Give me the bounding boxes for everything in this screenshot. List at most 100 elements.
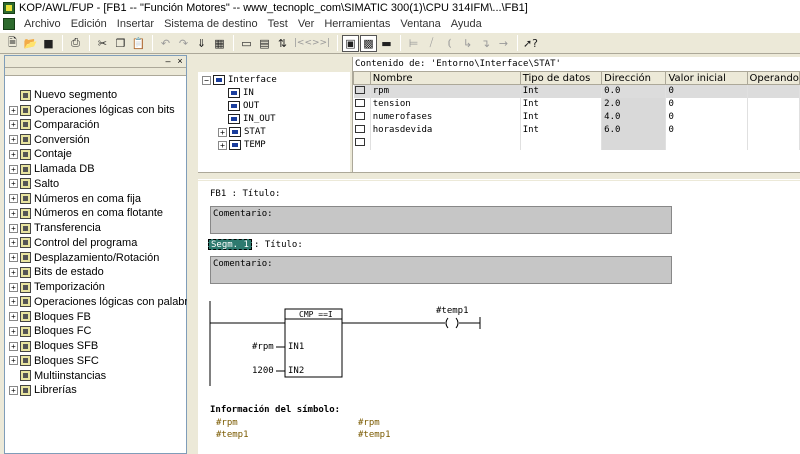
cell-init[interactable] bbox=[665, 136, 748, 150]
paste-icon[interactable]: 📋 bbox=[130, 35, 147, 52]
open-folder-icon[interactable]: 📂 bbox=[22, 35, 39, 52]
expand-icon[interactable]: + bbox=[9, 105, 18, 115]
panel-scrollbar[interactable] bbox=[5, 68, 186, 76]
in2-operand[interactable]: 1200 bbox=[252, 366, 274, 376]
new-file-icon[interactable]: 🗎 bbox=[4, 35, 21, 52]
app-icon[interactable] bbox=[3, 2, 15, 14]
coil-right[interactable] bbox=[455, 317, 459, 329]
table-row[interactable]: rpm Int 0.0 0 bbox=[353, 84, 800, 98]
in1-operand[interactable]: #rpm bbox=[252, 342, 274, 352]
expand-icon[interactable]: + bbox=[9, 179, 18, 189]
horizontal-splitter[interactable] bbox=[198, 172, 800, 180]
catalog-item[interactable]: + Bloques SFC bbox=[9, 354, 187, 369]
print-icon[interactable]: ⎙ bbox=[67, 35, 84, 52]
cell-type[interactable]: Int bbox=[520, 97, 603, 111]
catalog-item[interactable]: + Temporización bbox=[9, 280, 187, 295]
menu-sistema-destino[interactable]: Sistema de destino bbox=[159, 18, 263, 30]
expand-icon[interactable]: + bbox=[9, 253, 18, 263]
table-row[interactable]: tension Int 2.0 0 bbox=[353, 97, 800, 111]
load-icon[interactable]: ⇓ bbox=[193, 35, 210, 52]
expand-icon[interactable]: + bbox=[9, 135, 18, 145]
save-icon[interactable]: ■ bbox=[40, 35, 57, 52]
expand-icon[interactable]: + bbox=[9, 149, 18, 159]
expand-icon[interactable]: + bbox=[9, 282, 18, 292]
cell-init[interactable]: 0 bbox=[665, 110, 748, 124]
menu-edicion[interactable]: Edición bbox=[66, 18, 112, 30]
catalog-item[interactable]: + Salto bbox=[9, 177, 187, 192]
catalog-item[interactable]: + Librerías bbox=[9, 383, 187, 398]
header-tipo-datos[interactable]: Tipo de datos bbox=[519, 71, 603, 85]
cell-type[interactable]: Int bbox=[520, 123, 603, 137]
menu-ventana[interactable]: Ventana bbox=[395, 18, 445, 30]
cut-icon[interactable]: ✂ bbox=[94, 35, 111, 52]
help-icon[interactable]: ➚? bbox=[522, 35, 539, 52]
catalog-item[interactable]: + Comparación bbox=[9, 118, 187, 133]
details-icon[interactable]: ▬ bbox=[378, 35, 395, 52]
cmp-box-title[interactable]: CMP ==I bbox=[299, 310, 333, 319]
expand-icon[interactable]: + bbox=[9, 208, 18, 218]
cell-operand[interactable] bbox=[747, 110, 800, 124]
expand-icon[interactable]: + bbox=[9, 385, 18, 395]
interface-root[interactable]: − Interface bbox=[202, 74, 277, 86]
cell-init[interactable]: 0 bbox=[665, 97, 748, 111]
expand-icon[interactable]: + bbox=[9, 194, 18, 204]
download-icon[interactable]: ▦ bbox=[211, 35, 228, 52]
expand-icon[interactable]: + bbox=[9, 267, 18, 277]
expand-icon[interactable]: + bbox=[9, 120, 18, 130]
catalog-item[interactable]: + Operaciones lógicas con bits bbox=[9, 103, 187, 118]
copy-icon[interactable]: ❐ bbox=[112, 35, 129, 52]
zoom-icon[interactable]: ▩ bbox=[360, 34, 377, 52]
cell-name[interactable] bbox=[370, 136, 521, 150]
collapse-icon[interactable]: − bbox=[202, 75, 211, 85]
header-direccion[interactable]: Dirección bbox=[601, 71, 667, 85]
cell-name[interactable]: numerofases bbox=[370, 110, 521, 124]
catalog-item[interactable]: + Control del programa bbox=[9, 236, 187, 251]
catalog-item[interactable]: Nuevo segmento bbox=[9, 88, 187, 103]
expand-icon[interactable]: + bbox=[218, 140, 227, 150]
panel-pin-icon[interactable]: – bbox=[163, 56, 173, 67]
cell-name[interactable]: horasdevida bbox=[370, 123, 521, 137]
table-row[interactable]: horasdevida Int 6.0 0 bbox=[353, 123, 800, 137]
expand-icon[interactable]: + bbox=[9, 238, 18, 248]
cell-type[interactable]: Int bbox=[520, 110, 603, 124]
cell-name[interactable]: rpm bbox=[370, 84, 521, 98]
interface-temp[interactable]: + TEMP bbox=[218, 139, 266, 151]
lad-editor[interactable]: FB1 : Título: Comentario: Segm. 1 : Títu… bbox=[198, 181, 800, 454]
menu-test[interactable]: Test bbox=[263, 18, 293, 30]
undo-icon[interactable]: ↶ bbox=[157, 35, 174, 52]
interface-in-out[interactable]: IN_OUT bbox=[228, 113, 276, 125]
menu-herramientas[interactable]: Herramientas bbox=[319, 18, 395, 30]
catalog-item[interactable]: + Desplazamiento/Rotación bbox=[9, 250, 187, 265]
contact-nc-icon[interactable]: ⧸ bbox=[423, 35, 440, 52]
cell-name[interactable]: tension bbox=[370, 97, 521, 111]
coil-left[interactable] bbox=[445, 317, 449, 329]
cell-operand[interactable] bbox=[747, 97, 800, 111]
catalog-item[interactable]: + Números en coma fija bbox=[9, 191, 187, 206]
header-operando[interactable]: Operando bbox=[746, 71, 800, 85]
cell-type[interactable]: Int bbox=[520, 84, 603, 98]
interface-out[interactable]: OUT bbox=[228, 100, 259, 112]
cell-init[interactable]: 0 bbox=[665, 84, 748, 98]
header-nombre[interactable]: Nombre bbox=[369, 71, 521, 85]
catalog-item[interactable]: + Bits de estado bbox=[9, 265, 187, 280]
cell-operand[interactable] bbox=[747, 123, 800, 137]
catalog-item[interactable]: + Conversión bbox=[9, 132, 187, 147]
expand-icon[interactable]: + bbox=[9, 326, 18, 336]
cell-operand[interactable] bbox=[747, 84, 800, 98]
compare-icon[interactable]: ⇅ bbox=[274, 35, 291, 52]
catalog-item[interactable]: + Llamada DB bbox=[9, 162, 187, 177]
branch-icon[interactable]: → bbox=[495, 35, 512, 52]
expand-icon[interactable]: + bbox=[9, 297, 18, 307]
table-row-empty[interactable] bbox=[353, 136, 800, 150]
expand-icon[interactable]: + bbox=[9, 223, 18, 233]
overview-icon[interactable]: ▣ bbox=[342, 34, 359, 52]
catalog-item[interactable]: + Operaciones lógicas con palabra bbox=[9, 295, 187, 310]
branch-open-icon[interactable]: ↳ bbox=[459, 35, 476, 52]
interface-stat[interactable]: + STAT bbox=[218, 126, 266, 138]
panel-close-icon[interactable]: × bbox=[175, 56, 185, 67]
menu-ver[interactable]: Ver bbox=[293, 18, 320, 30]
coil-icon[interactable]: ⦅ bbox=[441, 35, 458, 52]
header-valor-inicial[interactable]: Valor inicial bbox=[665, 71, 748, 85]
catalog-item[interactable]: + Contaje bbox=[9, 147, 187, 162]
expand-icon[interactable]: + bbox=[9, 312, 18, 322]
